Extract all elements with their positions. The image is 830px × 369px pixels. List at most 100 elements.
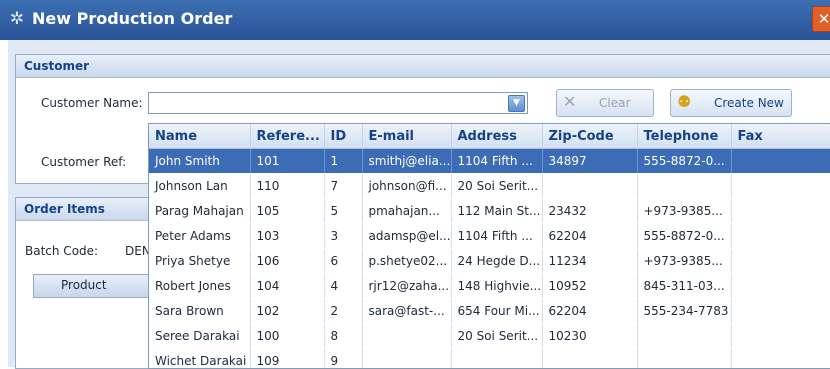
column-header-email[interactable]: E-mail	[362, 124, 451, 149]
table-cell: 62204	[542, 224, 637, 249]
table-cell: Priya Shetye	[149, 249, 250, 274]
table-cell	[731, 149, 830, 174]
column-header-fax[interactable]: Fax	[731, 124, 830, 149]
table-cell: 1104 Fifth ...	[451, 149, 542, 174]
table-cell: 103	[250, 224, 324, 249]
table-cell: 555-8872-0...	[637, 224, 731, 249]
column-header-address[interactable]: Address	[451, 124, 542, 149]
title-bar: ✲ New Production Order ✕	[0, 0, 830, 40]
customer-ref-label: Customer Ref:	[41, 155, 126, 169]
table-row[interactable]: Sara Brown1022sara@fast-...654 Four Mi..…	[149, 299, 830, 324]
table-cell: 106	[250, 249, 324, 274]
table-cell	[731, 174, 830, 199]
table-row[interactable]: Robert Jones1044rjr12@zaha...148 Highvie…	[149, 274, 830, 299]
clear-button-label: Clear	[599, 96, 630, 110]
table-cell: 555-234-7783	[637, 299, 731, 324]
table-row[interactable]: Priya Shetye1066p.shetye02...24 Hegde D.…	[149, 249, 830, 274]
table-cell: 34897	[542, 149, 637, 174]
table-cell: Sara Brown	[149, 299, 250, 324]
table-cell: 110	[250, 174, 324, 199]
table-cell: 101	[250, 149, 324, 174]
table-cell: smithj@elia...	[362, 149, 451, 174]
table-row[interactable]: Peter Adams1033adamsp@el...1104 Fifth ..…	[149, 224, 830, 249]
customer-group-header: Customer	[16, 55, 830, 78]
customer-name-combo[interactable]: ▼	[148, 92, 528, 114]
window-title: New Production Order	[32, 9, 232, 28]
table-cell	[542, 349, 637, 369]
table-cell: 148 Highvie...	[451, 274, 542, 299]
table-row[interactable]: Wichet Darakai1099	[149, 349, 830, 369]
table-cell	[731, 249, 830, 274]
table-cell: Johnson Lan	[149, 174, 250, 199]
column-header-zip-code[interactable]: Zip-Code	[542, 124, 637, 149]
product-header-label: Product	[61, 278, 107, 292]
table-cell: 102	[250, 299, 324, 324]
table-cell: 10952	[542, 274, 637, 299]
table-cell: 1104 Fifth ...	[451, 224, 542, 249]
clear-button[interactable]: ✕ Clear	[556, 89, 654, 117]
close-button[interactable]: ✕	[812, 6, 830, 32]
table-cell: 11234	[542, 249, 637, 274]
order-items-title: Order Items	[24, 202, 105, 216]
table-cell: sara@fast-...	[362, 299, 451, 324]
table-cell: +973-9385...	[637, 199, 731, 224]
column-header-telephone[interactable]: Telephone	[637, 124, 731, 149]
table-cell	[451, 349, 542, 369]
table-cell: 20 Soi Serit...	[451, 324, 542, 349]
table-cell	[731, 324, 830, 349]
table-cell: 9	[324, 349, 362, 369]
table-cell: 845-311-03...	[637, 274, 731, 299]
add-user-icon: ⚉	[677, 93, 691, 111]
table-cell: 8	[324, 324, 362, 349]
table-cell: johnson@fi...	[362, 174, 451, 199]
table-row[interactable]: Seree Darakai100820 Soi Serit...10230	[149, 324, 830, 349]
table-cell: Peter Adams	[149, 224, 250, 249]
table-cell	[637, 349, 731, 369]
chevron-down-icon[interactable]: ▼	[508, 95, 525, 112]
customer-table-body: John Smith1011smithj@elia...1104 Fifth .…	[149, 149, 830, 369]
table-cell: 6	[324, 249, 362, 274]
table-cell: 109	[250, 349, 324, 369]
table-cell	[542, 174, 637, 199]
table-cell: Seree Darakai	[149, 324, 250, 349]
table-cell: Parag Mahajan	[149, 199, 250, 224]
table-cell	[731, 299, 830, 324]
table-cell: 23432	[542, 199, 637, 224]
table-cell: 654 Four Mi...	[451, 299, 542, 324]
table-cell	[731, 199, 830, 224]
table-cell: 62204	[542, 299, 637, 324]
close-icon: ✕	[563, 93, 576, 111]
table-cell: Robert Jones	[149, 274, 250, 299]
table-cell: 24 Hegde D...	[451, 249, 542, 274]
customer-table: Name Refere... ID E-mail Address Zip-Cod…	[149, 124, 830, 369]
table-row[interactable]: Parag Mahajan1055pmahajan...112 Main St.…	[149, 199, 830, 224]
table-cell: pmahajan...	[362, 199, 451, 224]
table-cell: 1	[324, 149, 362, 174]
batch-code-value[interactable]: DEN	[125, 244, 151, 258]
table-cell	[637, 324, 731, 349]
table-cell: 7	[324, 174, 362, 199]
table-cell: rjr12@zaha...	[362, 274, 451, 299]
gear-icon: ✲	[8, 10, 26, 28]
table-cell: p.shetye02...	[362, 249, 451, 274]
column-header-reference[interactable]: Refere...	[250, 124, 324, 149]
table-cell: 5	[324, 199, 362, 224]
table-cell: 4	[324, 274, 362, 299]
column-header-id[interactable]: ID	[324, 124, 362, 149]
product-column-header[interactable]: Product	[33, 274, 165, 298]
table-cell: Wichet Darakai	[149, 349, 250, 369]
table-cell: adamsp@el...	[362, 224, 451, 249]
create-new-button[interactable]: ⚉ Create New	[670, 89, 792, 117]
customer-name-label: Customer Name:	[41, 96, 143, 110]
table-row[interactable]: Johnson Lan1107johnson@fi...20 Soi Serit…	[149, 174, 830, 199]
batch-code-label: Batch Code:	[25, 244, 98, 258]
customer-dropdown-list[interactable]: Name Refere... ID E-mail Address Zip-Cod…	[148, 123, 830, 369]
create-new-button-label: Create New	[714, 96, 784, 110]
table-cell: +973-9385...	[637, 249, 731, 274]
table-cell: 555-8872-0...	[637, 149, 731, 174]
table-cell: 3	[324, 224, 362, 249]
column-header-name[interactable]: Name	[149, 124, 250, 149]
table-row[interactable]: John Smith1011smithj@elia...1104 Fifth .…	[149, 149, 830, 174]
table-cell	[637, 174, 731, 199]
table-cell: 20 Soi Serit...	[451, 174, 542, 199]
